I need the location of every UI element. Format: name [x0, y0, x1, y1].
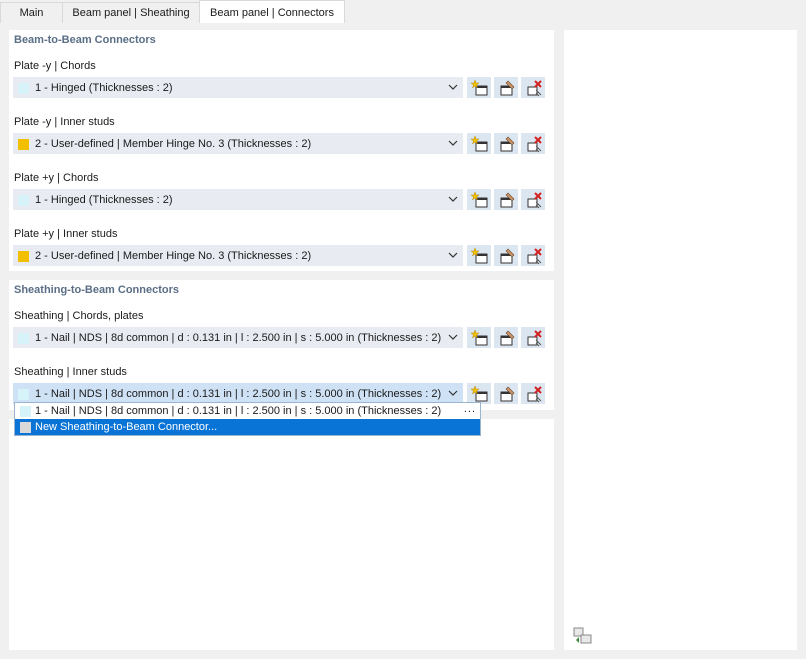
chevron-down-icon[interactable]	[448, 388, 458, 398]
section-title-beam-to-beam: Beam-to-Beam Connectors	[14, 34, 156, 46]
color-swatch	[18, 333, 29, 344]
dropdown-item-nail[interactable]: 1 - Nail | NDS | 8d common | d : 0.131 i…	[15, 403, 480, 419]
edit-item-icon	[500, 136, 515, 152]
delete-connector-button[interactable]	[521, 77, 545, 98]
new-connector-button[interactable]	[467, 133, 491, 154]
edit-item-icon	[500, 330, 515, 346]
field-label-sheathing-inner-studs: Sheathing | Inner studs	[14, 366, 127, 378]
field-label-plate-neg-y-chords: Plate -y | Chords	[14, 60, 96, 72]
combo-plate-neg-y-chords[interactable]: 1 - Hinged (Thicknesses : 2)	[13, 77, 463, 98]
combo-plate-pos-y-inner-studs[interactable]: 2 - User-defined | Member Hinge No. 3 (T…	[13, 245, 463, 266]
delete-connector-button[interactable]	[521, 245, 545, 266]
edit-connector-button[interactable]	[494, 383, 518, 404]
edit-item-icon	[500, 192, 515, 208]
sheathing-to-beam-section: Sheathing-to-Beam Connectors Sheathing |…	[9, 280, 554, 410]
edit-connector-button[interactable]	[494, 189, 518, 210]
sheathing-inner-studs-dropdown: 1 - Nail | NDS | 8d common | d : 0.131 i…	[14, 402, 481, 436]
new-connector-button[interactable]	[467, 383, 491, 404]
chevron-down-icon[interactable]	[448, 250, 458, 260]
color-swatch	[18, 195, 29, 206]
combo-sheathing-inner-studs[interactable]: 1 - Nail | NDS | 8d common | d : 0.131 i…	[13, 383, 463, 404]
new-connector-button[interactable]	[467, 245, 491, 266]
color-swatch	[18, 83, 29, 94]
color-swatch	[18, 251, 29, 262]
new-item-icon	[471, 192, 488, 208]
new-connector-button[interactable]	[467, 189, 491, 210]
edit-connector-button[interactable]	[494, 327, 518, 348]
delete-item-icon	[527, 80, 542, 97]
color-swatch	[20, 406, 31, 417]
copy-settings-icon[interactable]	[572, 626, 594, 646]
dropdown-item-label: New Sheathing-to-Beam Connector...	[35, 421, 218, 433]
info-panel	[564, 30, 797, 650]
delete-connector-button[interactable]	[521, 327, 545, 348]
field-label-plate-pos-y-inner-studs: Plate +y | Inner studs	[14, 228, 118, 240]
field-label-plate-neg-y-inner-studs: Plate -y | Inner studs	[14, 116, 115, 128]
new-item-icon	[471, 80, 488, 96]
tab-main[interactable]: Main	[0, 2, 63, 23]
edit-connector-button[interactable]	[494, 245, 518, 266]
field-label-plate-pos-y-chords: Plate +y | Chords	[14, 172, 99, 184]
dropdown-item-label: 1 - Nail | NDS | 8d common | d : 0.131 i…	[35, 405, 442, 417]
new-item-icon	[471, 386, 488, 402]
new-item-icon	[471, 136, 488, 152]
edit-connector-button[interactable]	[494, 133, 518, 154]
combo-plate-pos-y-chords[interactable]: 1 - Hinged (Thicknesses : 2)	[13, 189, 463, 210]
tab-bar: Main Beam panel | Sheathing Beam panel |…	[0, 0, 806, 23]
combo-value: 2 - User-defined | Member Hinge No. 3 (T…	[35, 250, 312, 262]
new-item-icon	[471, 330, 488, 346]
section-title-sheathing-to-beam: Sheathing-to-Beam Connectors	[14, 284, 180, 296]
delete-connector-button[interactable]	[521, 383, 545, 404]
field-label-sheathing-chords-plates: Sheathing | Chords, plates	[14, 310, 144, 322]
combo-sheathing-chords-plates[interactable]: 1 - Nail | NDS | 8d common | d : 0.131 i…	[13, 327, 463, 348]
new-connector-button[interactable]	[467, 77, 491, 98]
edit-connector-button[interactable]	[494, 77, 518, 98]
edit-item-icon	[500, 248, 515, 264]
new-connector-button[interactable]	[467, 327, 491, 348]
chevron-down-icon[interactable]	[448, 194, 458, 204]
combo-value: 1 - Nail | NDS | 8d common | d : 0.131 i…	[35, 388, 442, 400]
new-item-icon	[471, 248, 488, 264]
combo-plate-neg-y-inner-studs[interactable]: 2 - User-defined | Member Hinge No. 3 (T…	[13, 133, 463, 154]
delete-item-icon	[527, 386, 542, 403]
delete-connector-button[interactable]	[521, 189, 545, 210]
delete-item-icon	[527, 136, 542, 153]
beam-to-beam-section: Beam-to-Beam Connectors Plate -y | Chord…	[9, 30, 554, 271]
chevron-down-icon[interactable]	[448, 82, 458, 92]
combo-value: 2 - User-defined | Member Hinge No. 3 (T…	[35, 138, 312, 150]
empty-area	[9, 419, 554, 650]
delete-item-icon	[527, 192, 542, 209]
edit-item-icon	[500, 386, 515, 402]
color-swatch	[18, 139, 29, 150]
delete-item-icon	[527, 330, 542, 347]
dropdown-item-new-connector[interactable]: New Sheathing-to-Beam Connector...	[15, 419, 480, 435]
tab-beam-panel-sheathing[interactable]: Beam panel | Sheathing	[62, 2, 200, 23]
color-swatch	[18, 389, 29, 400]
tab-beam-panel-connectors[interactable]: Beam panel | Connectors	[199, 0, 345, 23]
more-options-icon[interactable]: ...	[464, 403, 476, 415]
edit-item-icon	[500, 80, 515, 96]
color-swatch	[20, 422, 31, 433]
combo-value: 1 - Hinged (Thicknesses : 2)	[35, 194, 173, 206]
delete-item-icon	[527, 248, 542, 265]
combo-value: 1 - Hinged (Thicknesses : 2)	[35, 82, 173, 94]
chevron-down-icon[interactable]	[448, 332, 458, 342]
delete-connector-button[interactable]	[521, 133, 545, 154]
chevron-down-icon[interactable]	[448, 138, 458, 148]
combo-value: 1 - Nail | NDS | 8d common | d : 0.131 i…	[35, 332, 442, 344]
